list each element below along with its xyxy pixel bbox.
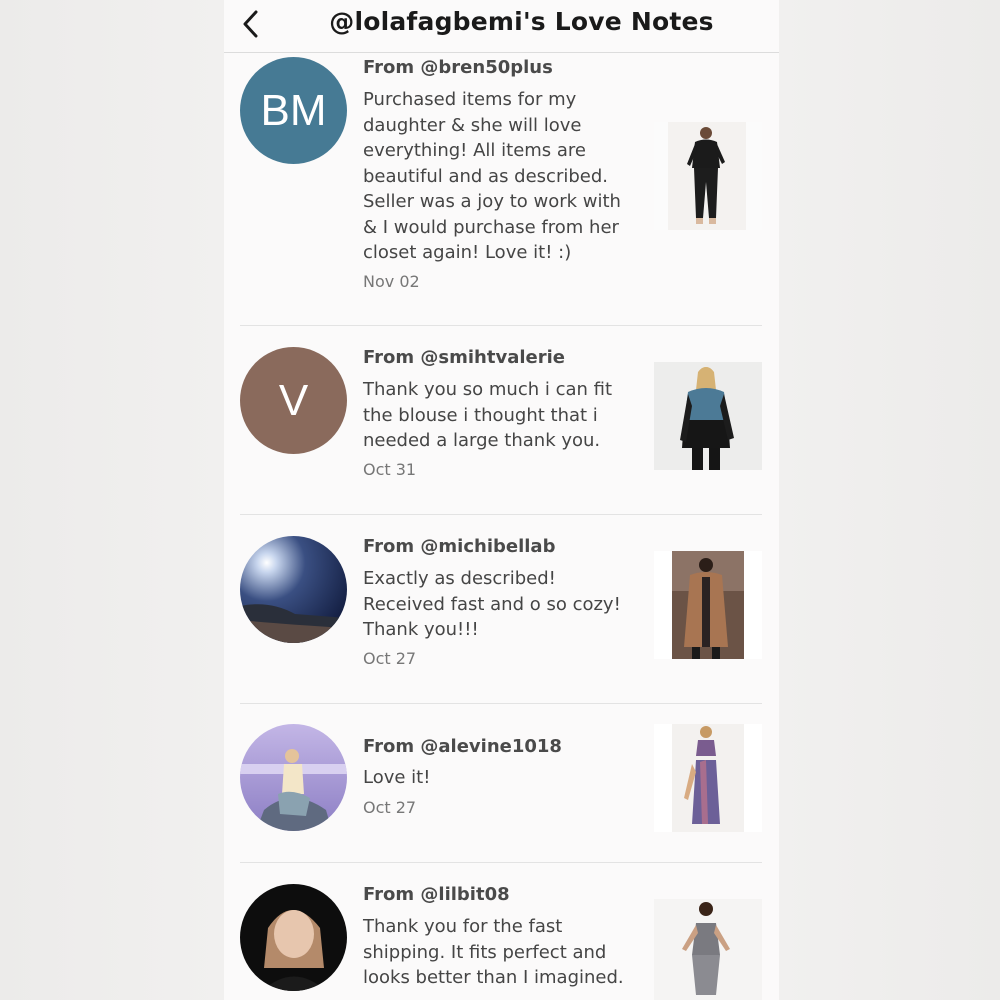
- product-image: [654, 122, 762, 230]
- reviewer-username[interactable]: From @bren50plus: [363, 57, 553, 78]
- avatar[interactable]: V: [240, 347, 347, 454]
- product-image: [654, 551, 762, 659]
- avatar[interactable]: [240, 724, 347, 831]
- note-message: Exactly as described! Received fast and …: [363, 568, 621, 640]
- avatar-photo: [240, 536, 347, 643]
- love-note-item: From @lilbit08 Thank you for the fast sh…: [240, 863, 762, 1000]
- product-image: [654, 362, 762, 470]
- love-note-item: BM From @bren50plus Purchased items for …: [240, 0, 762, 326]
- listing-thumbnail[interactable]: [654, 899, 762, 1000]
- love-note-item: V From @smihtvalerie Thank you so much i…: [240, 326, 762, 515]
- listing-thumbnail[interactable]: [654, 362, 762, 470]
- note-date: Nov 02: [363, 272, 420, 291]
- product-image: [654, 899, 762, 1000]
- listing-thumbnail[interactable]: [654, 551, 762, 659]
- note-message: Purchased items for my daughter & she wi…: [363, 89, 621, 263]
- product-image: [654, 724, 762, 832]
- love-note-item: From @michibellab Exactly as described! …: [240, 515, 762, 704]
- reviewer-username[interactable]: From @lilbit08: [363, 884, 510, 905]
- reviewer-username[interactable]: From @michibellab: [363, 536, 555, 557]
- reviewer-username[interactable]: From @smihtvalerie: [363, 347, 565, 368]
- avatar[interactable]: [240, 884, 347, 991]
- listing-thumbnail[interactable]: [654, 724, 762, 832]
- avatar[interactable]: BM: [240, 57, 347, 164]
- note-date: Oct 27: [363, 649, 417, 668]
- note-message: Love it!: [363, 767, 431, 788]
- listing-thumbnail[interactable]: [654, 122, 762, 230]
- note-message: Thank you for the fast shipping. It fits…: [363, 916, 624, 988]
- avatar-initials: V: [278, 375, 309, 425]
- phone-screen: @lolafagbemi's Love Notes BM From @bren5…: [224, 0, 779, 1000]
- avatar[interactable]: [240, 536, 347, 643]
- reviewer-username[interactable]: From @alevine1018: [363, 736, 562, 757]
- note-message: Thank you so much i can fit the blouse i…: [363, 379, 613, 451]
- avatar-photo: [240, 884, 347, 991]
- note-date: Oct 31: [363, 460, 417, 479]
- love-note-item: From @alevine1018 Love it! Oct 27: [240, 704, 762, 863]
- note-date: Oct 27: [363, 798, 417, 817]
- avatar-photo: [240, 724, 347, 831]
- avatar-initials: BM: [260, 85, 327, 135]
